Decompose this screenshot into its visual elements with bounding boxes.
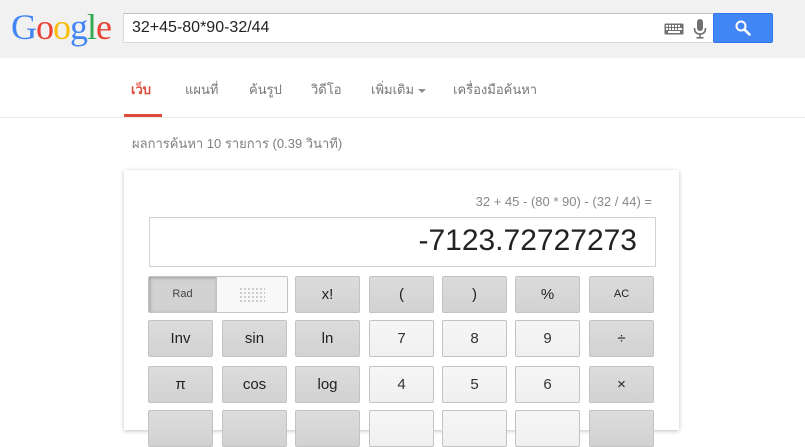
search-tabs: เว็บ แผนที่ ค้นรูป วิดีโอ เพิ่มเติม เครื… bbox=[0, 58, 805, 118]
logo-letter: g bbox=[70, 7, 88, 47]
logo-letter: o bbox=[36, 7, 54, 47]
tab-web[interactable]: เว็บ bbox=[131, 79, 151, 100]
rad-key[interactable]: Rad bbox=[149, 277, 216, 312]
deg-key[interactable] bbox=[216, 277, 287, 312]
logo-letter: e bbox=[96, 7, 112, 47]
tab-images[interactable]: ค้นรูป bbox=[249, 79, 282, 100]
key-partial[interactable] bbox=[442, 410, 507, 447]
dots-icon bbox=[239, 287, 265, 303]
calculator-expression: 32 + 45 - (80 * 90) - (32 / 44) = bbox=[475, 194, 652, 209]
key-pi[interactable]: π bbox=[148, 366, 213, 403]
chevron-down-icon bbox=[418, 88, 427, 93]
tab-maps[interactable]: แผนที่ bbox=[185, 79, 218, 100]
key-6[interactable]: 6 bbox=[515, 366, 580, 403]
key-partial[interactable] bbox=[222, 410, 287, 447]
microphone-icon[interactable] bbox=[693, 19, 707, 39]
key-9[interactable]: 9 bbox=[515, 320, 580, 357]
key-factorial[interactable]: x! bbox=[295, 276, 360, 313]
key-ln[interactable]: ln bbox=[295, 320, 360, 357]
calculator-display: -7123.72727273 bbox=[149, 217, 656, 267]
logo-letter: o bbox=[53, 7, 71, 47]
key-inverse[interactable]: Inv bbox=[148, 320, 213, 357]
key-divide[interactable]: ÷ bbox=[589, 320, 654, 357]
keyboard-icon[interactable] bbox=[664, 23, 684, 35]
key-5[interactable]: 5 bbox=[442, 366, 507, 403]
search-button[interactable] bbox=[713, 13, 773, 43]
key-log[interactable]: log bbox=[295, 366, 360, 403]
key-partial[interactable] bbox=[589, 410, 654, 447]
key-sin[interactable]: sin bbox=[222, 320, 287, 357]
key-partial[interactable] bbox=[295, 410, 360, 447]
google-logo[interactable]: Google bbox=[11, 7, 112, 47]
key-7[interactable]: 7 bbox=[369, 320, 434, 357]
tab-videos[interactable]: วิดีโอ bbox=[311, 79, 342, 100]
search-input[interactable] bbox=[132, 18, 652, 38]
key-partial[interactable] bbox=[369, 410, 434, 447]
key-close-paren[interactable]: ) bbox=[442, 276, 507, 313]
key-percent[interactable]: % bbox=[515, 276, 580, 313]
tab-more[interactable]: เพิ่มเติม bbox=[371, 79, 427, 100]
result-stats: ผลการค้นหา 10 รายการ (0.39 วินาที) bbox=[132, 136, 343, 151]
tab-more-label: เพิ่มเติม bbox=[371, 82, 415, 97]
active-tab-indicator bbox=[124, 114, 162, 117]
logo-letter: G bbox=[11, 7, 37, 47]
key-cos[interactable]: cos bbox=[222, 366, 287, 403]
key-open-paren[interactable]: ( bbox=[369, 276, 434, 313]
logo-letter: l bbox=[87, 7, 97, 47]
top-bar: Google bbox=[0, 0, 805, 58]
angle-mode-toggle: Rad bbox=[148, 276, 288, 313]
search-icon bbox=[735, 20, 751, 36]
calculator-result: -7123.72727273 bbox=[418, 224, 637, 257]
tab-search-tools[interactable]: เครื่องมือค้นหา bbox=[453, 79, 537, 100]
calculator-card: 32 + 45 - (80 * 90) - (32 / 44) = -7123.… bbox=[124, 170, 679, 447]
key-4[interactable]: 4 bbox=[369, 366, 434, 403]
key-multiply[interactable]: × bbox=[589, 366, 654, 403]
key-partial[interactable] bbox=[515, 410, 580, 447]
search-box bbox=[123, 13, 714, 43]
key-all-clear[interactable]: AC bbox=[589, 276, 654, 313]
key-partial[interactable] bbox=[148, 410, 213, 447]
key-8[interactable]: 8 bbox=[442, 320, 507, 357]
